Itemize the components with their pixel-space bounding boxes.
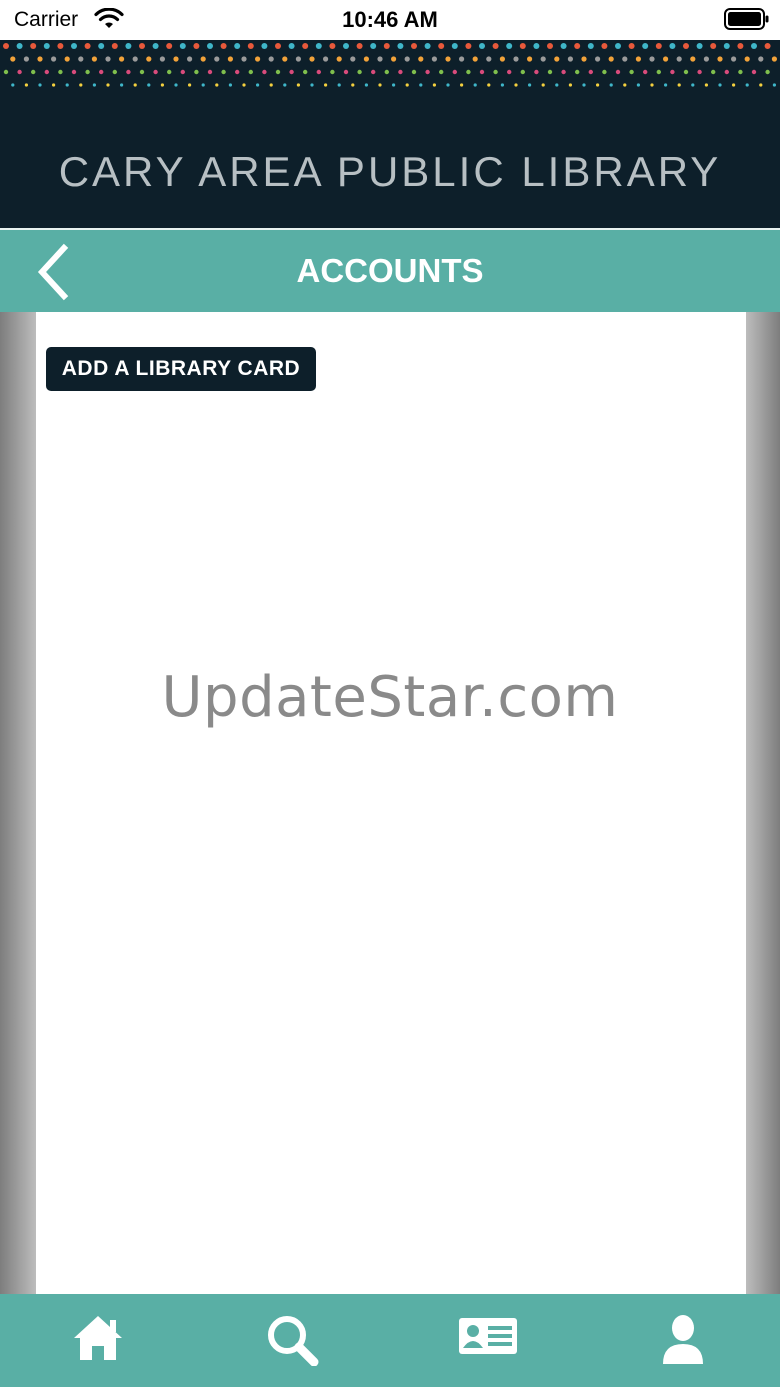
library-banner: CARY AREA PUBLIC LIBRARY: [0, 40, 780, 228]
tab-profile[interactable]: [585, 1294, 780, 1387]
content-area: [0, 312, 780, 1294]
status-time: 10:46 AM: [342, 7, 438, 32]
confetti-dots-decoration: [3, 43, 778, 87]
page-title: ACCOUNTS: [296, 252, 484, 289]
watermark-text: UpdateStar.com: [161, 665, 619, 730]
library-card-icon: [458, 1318, 517, 1354]
add-library-card-button[interactable]: ADD A LIBRARY CARD: [46, 347, 316, 391]
tab-bar: [0, 1294, 780, 1387]
home-icon: [73, 1316, 122, 1360]
tab-home[interactable]: [0, 1294, 195, 1387]
battery-icon: [724, 8, 770, 35]
tab-search[interactable]: [195, 1294, 390, 1387]
profile-icon: [662, 1315, 703, 1364]
status-bar: Carrier 10:46 AM: [0, 0, 780, 40]
library-name: CARY AREA PUBLIC LIBRARY: [58, 148, 722, 195]
nav-bar: ACCOUNTS: [0, 228, 780, 314]
tab-library-card[interactable]: [390, 1294, 585, 1387]
search-icon: [267, 1316, 318, 1366]
